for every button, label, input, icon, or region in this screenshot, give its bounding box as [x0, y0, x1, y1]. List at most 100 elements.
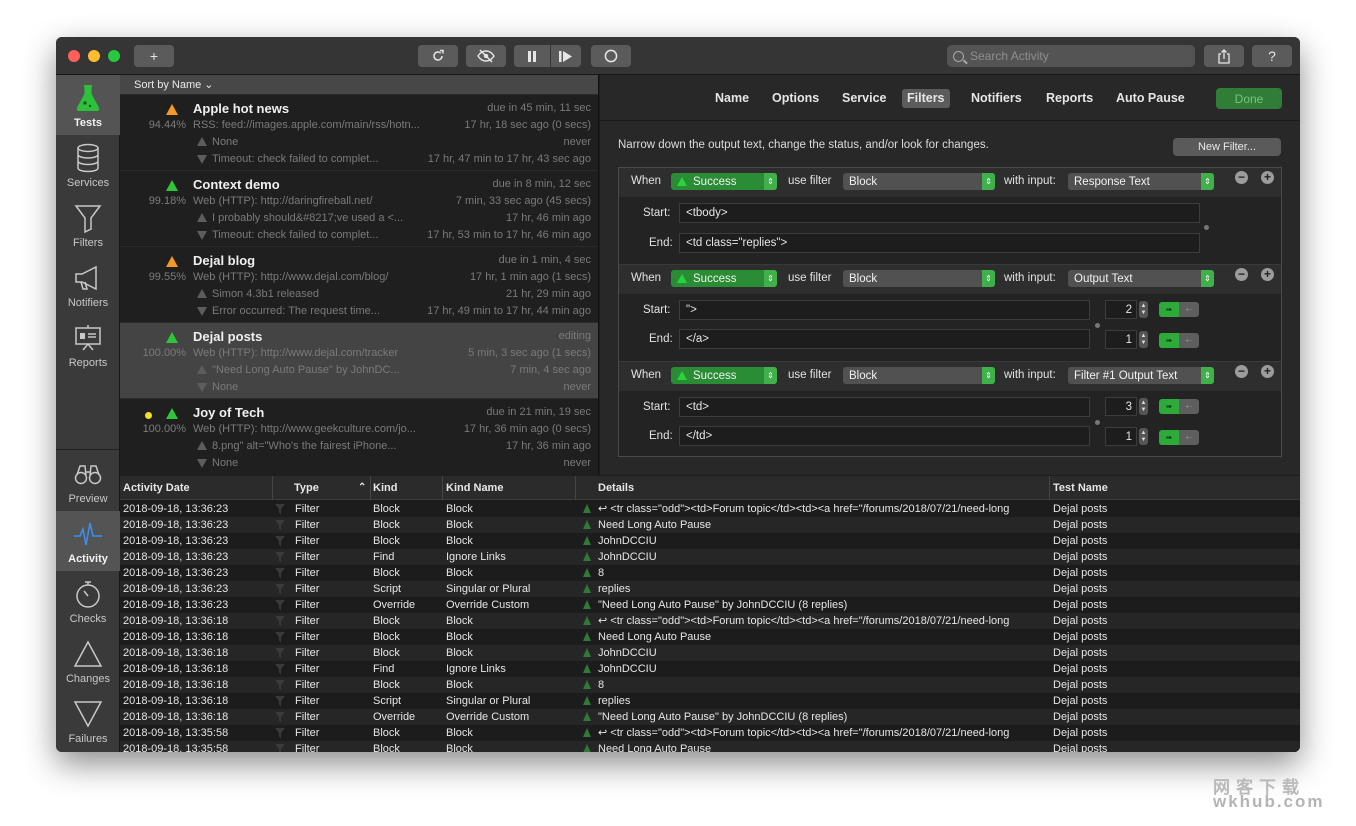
table-row[interactable]: 2018-09-18, 13:36:23 Filter Block Block Need… — [120, 517, 1300, 533]
help-button[interactable]: ? — [1252, 45, 1292, 67]
table-row[interactable]: 2018-09-18, 13:36:23 Filter Block Block ↩ <t… — [120, 501, 1300, 517]
start-text-field[interactable]: <tbody> — [679, 203, 1200, 223]
start-text-field[interactable]: <td> — [679, 397, 1090, 417]
add-filter-button[interactable]: + — [1261, 171, 1274, 184]
disable-test-button[interactable] — [466, 45, 506, 67]
table-row[interactable]: 2018-09-18, 13:36:18 Filter Block Block 8 Dej… — [120, 677, 1300, 693]
sidebar-item-preview[interactable]: Preview — [56, 451, 120, 511]
table-row[interactable]: 2018-09-18, 13:35:58 Filter Block Block Need… — [120, 741, 1300, 752]
test-row-apple-hot-news[interactable]: Apple hot news due in 45 min, 11 sec 94.… — [120, 95, 598, 171]
table-row[interactable]: 2018-09-18, 13:36:18 Filter Find Ignore Lin… — [120, 661, 1300, 677]
sidebar-item-reports[interactable]: Reports — [56, 315, 120, 375]
start-text-field[interactable]: "> — [679, 300, 1090, 320]
pause-button[interactable] — [514, 45, 550, 67]
tab-auto-pause[interactable]: Auto Pause — [1111, 89, 1190, 108]
add-test-button[interactable]: + — [134, 45, 174, 67]
table-row[interactable]: 2018-09-18, 13:36:23 Filter Override Overri… — [120, 597, 1300, 613]
success-status-icon — [677, 274, 687, 283]
tab-options[interactable]: Options — [767, 89, 824, 108]
done-button[interactable]: Done — [1216, 88, 1282, 109]
start-direction-toggle[interactable]: ➠ ⇠ — [1159, 302, 1199, 317]
end-occurrence-field[interactable]: 1 — [1105, 427, 1137, 446]
funnel-icon — [275, 568, 285, 578]
sidebar-item-filters[interactable]: Filters — [56, 195, 120, 255]
column-header-activity-date[interactable]: Activity Date — [120, 476, 273, 500]
end-occurrence-stepper[interactable]: ▲ ▼ — [1139, 428, 1148, 445]
zoom-window-button[interactable] — [108, 50, 120, 62]
input-source-popup[interactable]: Response Text ⇕ — [1068, 173, 1214, 190]
test-row-joy-of-tech[interactable]: Joy of Tech due in 21 min, 19 sec 100.00… — [120, 399, 598, 475]
remove-filter-button[interactable]: − — [1235, 268, 1248, 281]
test-row-dejal-blog[interactable]: Dejal blog due in 1 min, 4 sec 99.55% We… — [120, 247, 598, 323]
add-filter-button[interactable]: + — [1261, 268, 1274, 281]
tab-filters[interactable]: Filters — [902, 89, 950, 108]
table-row[interactable]: 2018-09-18, 13:36:18 Filter Override Overri… — [120, 709, 1300, 725]
table-row[interactable]: 2018-09-18, 13:36:18 Filter Block Block Need… — [120, 629, 1300, 645]
sidebar-item-changes[interactable]: Changes — [56, 631, 120, 691]
add-filter-button[interactable]: + — [1261, 365, 1274, 378]
funnel-icon — [275, 632, 285, 642]
remove-filter-button[interactable]: − — [1235, 171, 1248, 184]
end-occurrence-field[interactable]: 1 — [1105, 330, 1137, 349]
tab-name[interactable]: Name — [710, 89, 754, 108]
end-direction-toggle[interactable]: ➠ ⇠ — [1159, 333, 1199, 348]
table-row[interactable]: 2018-09-18, 13:36:18 Filter Block Block ↩ <t… — [120, 613, 1300, 629]
input-source-popup[interactable]: Output Text ⇕ — [1068, 270, 1214, 287]
sort-by-name-dropdown[interactable]: Sort by Name ⌄ — [120, 75, 598, 95]
end-text-field[interactable]: </td> — [679, 426, 1090, 446]
table-row[interactable]: 2018-09-18, 13:36:23 Filter Script Singular… — [120, 581, 1300, 597]
cell-activity-date: 2018-09-18, 13:36:23 — [123, 503, 229, 515]
minimize-window-button[interactable] — [88, 50, 100, 62]
table-row[interactable]: 2018-09-18, 13:36:18 Filter Block Block John… — [120, 645, 1300, 661]
start-occurrence-stepper[interactable]: ▲ ▼ — [1139, 398, 1148, 415]
backward-arrow-icon: ⇠ — [1179, 399, 1199, 414]
column-header-test-name[interactable]: Test Name — [1050, 476, 1300, 500]
start-direction-toggle[interactable]: ➠ ⇠ — [1159, 399, 1199, 414]
table-row[interactable]: 2018-09-18, 13:36:18 Filter Script Singular… — [120, 693, 1300, 709]
table-row[interactable]: 2018-09-18, 13:36:23 Filter Block Block John… — [120, 533, 1300, 549]
end-text-field[interactable]: </a> — [679, 329, 1090, 349]
sidebar-item-services[interactable]: Services — [56, 135, 120, 195]
filter-kind-popup[interactable]: Block ⇕ — [843, 173, 995, 190]
sidebar-item-label: Failures — [68, 733, 108, 745]
refresh-button[interactable] — [418, 45, 458, 67]
filter-kind-popup[interactable]: Block ⇕ — [843, 270, 995, 287]
column-header-kind-name[interactable]: Kind Name — [443, 476, 576, 500]
end-direction-toggle[interactable]: ➠ ⇠ — [1159, 430, 1199, 445]
search-input[interactable] — [970, 49, 1170, 63]
record-button[interactable] — [591, 45, 631, 67]
status-popup[interactable]: Success ⇕ — [671, 173, 777, 190]
status-popup[interactable]: Success ⇕ — [671, 270, 777, 287]
table-row[interactable]: 2018-09-18, 13:36:23 Filter Block Block 8 Dej… — [120, 565, 1300, 581]
column-header-details[interactable]: Details — [595, 476, 1050, 500]
start-occurrence-field[interactable]: 2 — [1105, 300, 1137, 319]
table-row[interactable]: 2018-09-18, 13:35:58 Filter Block Block ↩ <t… — [120, 725, 1300, 741]
status-popup[interactable]: Success ⇕ — [671, 367, 777, 384]
tab-service[interactable]: Service — [837, 89, 891, 108]
column-header-kind[interactable]: Kind — [370, 476, 443, 500]
new-filter-button[interactable]: New Filter... — [1173, 138, 1281, 156]
sidebar-item-failures[interactable]: Failures — [56, 691, 120, 751]
share-button[interactable] — [1204, 45, 1244, 67]
search-field[interactable] — [947, 45, 1195, 67]
test-row-dejal-posts[interactable]: Dejal posts editing 100.00% Web (HTTP): … — [120, 323, 598, 399]
sidebar-item-activity[interactable]: Activity — [56, 511, 120, 571]
end-occurrence-stepper[interactable]: ▲ ▼ — [1139, 331, 1148, 348]
sidebar-item-label: Activity — [68, 553, 108, 565]
resume-button[interactable] — [551, 45, 581, 67]
tab-notifiers[interactable]: Notifiers — [966, 89, 1027, 108]
start-occurrence-field[interactable]: 3 — [1105, 397, 1137, 416]
close-window-button[interactable] — [68, 50, 80, 62]
input-source-popup[interactable]: Filter #1 Output Text ⇕ — [1068, 367, 1214, 384]
sidebar-item-tests[interactable]: Tests — [56, 75, 120, 135]
sidebar-item-notifiers[interactable]: Notifiers — [56, 255, 120, 315]
test-row-context-demo[interactable]: Context demo due in 8 min, 12 sec 99.18%… — [120, 171, 598, 247]
tab-reports[interactable]: Reports — [1041, 89, 1098, 108]
start-occurrence-stepper[interactable]: ▲ ▼ — [1139, 301, 1148, 318]
table-row[interactable]: 2018-09-18, 13:36:23 Filter Find Ignore Lin… — [120, 549, 1300, 565]
sidebar-item-checks[interactable]: Checks — [56, 571, 120, 631]
test-name: Apple hot news — [193, 101, 290, 116]
filter-kind-popup[interactable]: Block ⇕ — [843, 367, 995, 384]
end-text-field[interactable]: <td class="replies"> — [679, 233, 1200, 253]
remove-filter-button[interactable]: − — [1235, 365, 1248, 378]
